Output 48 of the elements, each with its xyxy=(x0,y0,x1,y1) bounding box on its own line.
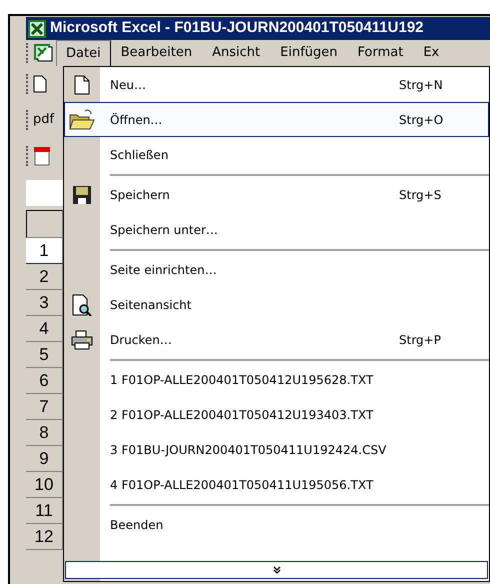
row-header[interactable]: 5 xyxy=(26,342,63,368)
toolbar-grip[interactable] xyxy=(26,74,29,94)
workbook-icon xyxy=(34,44,54,62)
row-header[interactable]: 3 xyxy=(26,290,63,316)
menu-item[interactable]: 3 F01BU-JOURN200401T050411U192424.CSV xyxy=(64,432,489,467)
window-title: Microsoft Excel - F01BU-JOURN200401T050411U192 xyxy=(50,18,424,38)
row-header[interactable]: 11 xyxy=(26,498,63,524)
menu-item[interactable]: Speichern Strg+S xyxy=(64,177,489,212)
printer-icon xyxy=(71,330,93,350)
menu-item[interactable]: Neu… Strg+N xyxy=(64,67,489,102)
menu-item[interactable]: Schließen xyxy=(64,137,489,172)
row-header[interactable]: 7 xyxy=(26,394,63,420)
row-header[interactable]: 12 xyxy=(26,524,63,550)
print-preview-icon xyxy=(72,294,92,316)
menu-bar-item[interactable]: Ansicht xyxy=(202,40,270,66)
select-all-corner[interactable] xyxy=(26,210,63,238)
toolbar-grip[interactable] xyxy=(26,43,29,63)
double-chevron-icon xyxy=(272,566,280,574)
spreadsheet-app-icon xyxy=(28,20,46,38)
menu-item[interactable]: Drucken… Strg+P xyxy=(64,322,489,357)
form-tool-icon[interactable] xyxy=(33,146,51,166)
menu-bar-item[interactable]: Bearbeiten xyxy=(110,40,202,66)
menu-item[interactable]: Speichern unter… xyxy=(64,212,489,247)
row-header[interactable]: 6 xyxy=(26,368,63,394)
document-icon xyxy=(74,74,90,94)
expand-menu-button[interactable] xyxy=(65,561,488,579)
row-header[interactable]: 10 xyxy=(26,472,63,498)
menu-item[interactable]: 4 F01OP-ALLE200401T050411U195056.TXT xyxy=(64,467,489,502)
row-header[interactable]: 2 xyxy=(26,264,63,290)
toolbar-grip[interactable] xyxy=(26,110,29,130)
row-header[interactable]: 4 xyxy=(26,316,63,342)
menu-item[interactable]: 2 F01OP-ALLE200401T050412U193403.TXT xyxy=(64,397,489,432)
menu-item[interactable]: Öffnen… Strg+O xyxy=(64,102,489,137)
toolbar-grip[interactable] xyxy=(26,146,29,166)
menu-item[interactable]: 1 F01OP-ALLE200401T050412U195628.TXT xyxy=(64,362,489,397)
menu-bar-item[interactable]: Ex xyxy=(413,40,450,66)
toolbar-label[interactable]: pdf xyxy=(33,110,54,130)
document-icon[interactable] xyxy=(33,75,47,93)
menu-bar-item[interactable]: Format xyxy=(348,40,414,66)
row-header[interactable]: 9 xyxy=(26,446,63,472)
row-header[interactable]: 1 xyxy=(26,238,63,264)
folder-icon xyxy=(69,108,95,130)
row-header[interactable]: 8 xyxy=(26,420,63,446)
menu-item[interactable]: Seitenansicht xyxy=(64,287,489,322)
menu-bar-item[interactable]: Einfügen xyxy=(270,40,348,66)
menu-item[interactable]: Seite einrichten… xyxy=(64,252,489,287)
menu-bar-item[interactable]: Datei xyxy=(56,40,111,66)
menu-item[interactable]: Beenden xyxy=(64,507,489,542)
